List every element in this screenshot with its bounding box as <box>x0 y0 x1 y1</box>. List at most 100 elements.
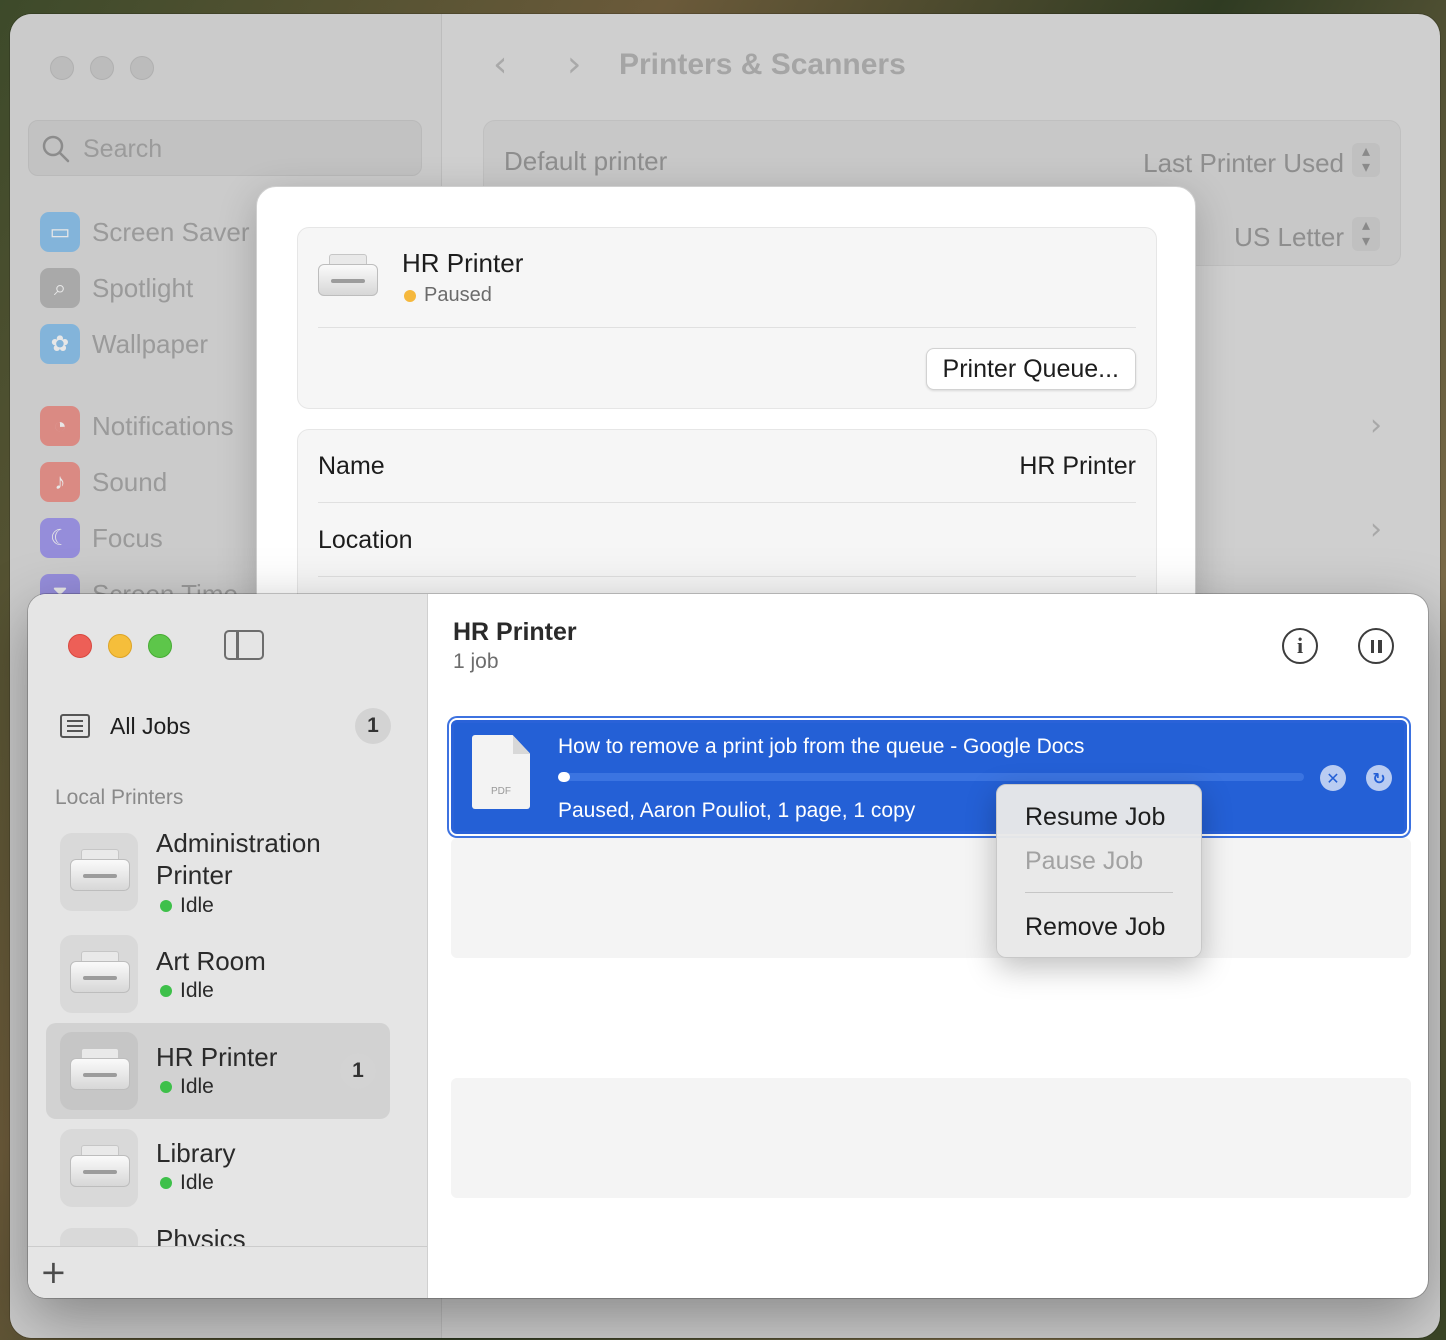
job-details: Paused, Aaron Pouliot, 1 page, 1 copy <box>558 799 916 822</box>
zoom-button-inactive[interactable] <box>130 56 154 80</box>
status-dot-icon <box>404 289 416 302</box>
name-value[interactable]: HR Printer <box>1019 452 1136 481</box>
name-label: Name <box>318 451 385 480</box>
close-icon: ✕ <box>1326 768 1340 788</box>
info-icon: i <box>1296 633 1304 658</box>
forward-chevron-icon[interactable]: › <box>567 44 581 85</box>
search-icon <box>42 135 70 163</box>
section-label: Local Printers <box>55 786 184 809</box>
minimize-button[interactable] <box>108 634 132 658</box>
printer-icon-container <box>60 833 138 911</box>
sidebar-item-label: Screen Saver <box>92 216 250 247</box>
menu-item-pause-job: Pause Job <box>1025 847 1144 875</box>
search-placeholder: Search <box>83 135 163 163</box>
cancel-job-button[interactable]: ✕ <box>1320 765 1346 791</box>
printer-icon-container <box>60 1032 138 1110</box>
sidebar-item-sound[interactable]: ♪ Sound <box>40 460 167 504</box>
settings-search-field[interactable]: Search <box>28 120 422 176</box>
sidebar-toggle-icon[interactable] <box>224 630 264 660</box>
menu-item-remove-job[interactable]: Remove Job <box>1025 913 1165 942</box>
printer-list-item[interactable]: Physics <box>46 1221 390 1247</box>
info-button[interactable]: i <box>1282 628 1318 664</box>
file-type-label: PDF <box>491 786 511 797</box>
printer-list-item[interactable]: Library Idle <box>46 1123 390 1213</box>
location-label: Location <box>318 525 413 554</box>
resume-job-button[interactable]: ↻ <box>1366 765 1392 791</box>
minimize-button-inactive[interactable] <box>90 56 114 80</box>
back-chevron-icon[interactable]: ‹ <box>493 44 507 85</box>
zoom-button[interactable] <box>148 634 172 658</box>
printer-icon-container <box>60 1228 138 1247</box>
chevron-right-icon[interactable]: › <box>1370 512 1382 547</box>
queue-subtitle: 1 job <box>453 650 499 673</box>
printer-name: Administration Printer <box>156 828 321 890</box>
pause-printer-button[interactable] <box>1358 628 1394 664</box>
menu-separator <box>1025 892 1173 893</box>
sidebar-item-screen-saver[interactable]: ▭ Screen Saver <box>40 210 250 254</box>
paper-size-select[interactable]: US Letter ▴ ▾ <box>1234 217 1380 253</box>
sidebar-item-notifications[interactable]: ◔ Notifications <box>40 404 234 448</box>
printer-status-text: Paused <box>424 284 492 306</box>
pause-icon <box>1378 639 1382 653</box>
paper-size-value: US Letter <box>1234 222 1344 252</box>
chevron-right-icon[interactable]: › <box>1370 408 1382 443</box>
printer-list-item[interactable]: Administration Printer Idle <box>46 824 390 920</box>
default-printer-label: Default printer <box>504 145 668 176</box>
empty-queue-row <box>451 1078 1411 1198</box>
printer-name: Physics <box>156 1224 246 1247</box>
divider <box>318 502 1136 503</box>
printer-icon-container <box>60 935 138 1013</box>
printer-icon-container <box>60 1129 138 1207</box>
printer-list-item-selected[interactable]: HR Printer Idle 1 <box>46 1023 390 1119</box>
focus-icon: ☾ <box>40 518 80 558</box>
page-title: Printers & Scanners <box>619 48 906 81</box>
printer-status-text: Idle <box>180 1075 214 1098</box>
printer-status: Idle <box>160 1075 214 1099</box>
printer-status-text: Idle <box>180 894 214 917</box>
sidebar-item-label: Notifications <box>92 410 234 441</box>
pause-icon <box>1370 639 1374 653</box>
sidebar-item-focus[interactable]: ☾ Focus <box>40 516 163 560</box>
name-row: Name HR Printer <box>318 430 1136 502</box>
menu-item-resume-job[interactable]: Resume Job <box>1025 803 1165 832</box>
default-printer-select[interactable]: Last Printer Used ▴ ▾ <box>1143 143 1380 179</box>
printer-status: Idle <box>160 894 214 918</box>
stepper-icon: ▴ ▾ <box>1352 143 1380 177</box>
all-jobs-item[interactable]: All Jobs 1 <box>60 702 391 750</box>
close-button-inactive[interactable] <box>50 56 74 80</box>
printer-icon <box>318 254 378 300</box>
printer-status-text: Idle <box>180 1171 214 1194</box>
printer-icon <box>70 1048 130 1094</box>
printer-name: HR Printer <box>402 248 524 278</box>
sidebar-item-wallpaper[interactable]: ✿ Wallpaper <box>40 322 208 366</box>
close-button[interactable] <box>68 634 92 658</box>
print-job-row[interactable]: PDF How to remove a print job from the q… <box>451 720 1407 834</box>
printer-icon <box>70 1145 130 1191</box>
resume-icon: ↻ <box>1372 768 1386 788</box>
queue-sidebar: All Jobs 1 Local Printers Administration… <box>28 594 428 1298</box>
notifications-icon: ◔ <box>40 406 80 446</box>
printer-list-item[interactable]: Art Room Idle <box>46 927 390 1017</box>
printer-name: HR Printer <box>156 1042 278 1072</box>
list-icon <box>60 714 90 738</box>
printer-queue-button[interactable]: Printer Queue... <box>925 348 1136 390</box>
sidebar-item-label: Wallpaper <box>92 328 209 359</box>
printer-summary-card: HR Printer Paused Printer Queue... <box>297 227 1157 409</box>
printer-name: Art Room <box>156 946 266 976</box>
wallpaper-icon: ✿ <box>40 324 80 364</box>
printer-status: Paused <box>404 284 492 307</box>
divider <box>318 327 1136 328</box>
pdf-document-icon: PDF <box>472 735 530 809</box>
queue-main-pane: HR Printer 1 job i PDF How to remove a p… <box>429 594 1428 1298</box>
sidebar-item-spotlight[interactable]: ⌕ Spotlight <box>40 266 193 310</box>
screen-saver-icon: ▭ <box>40 212 80 252</box>
job-context-menu: Resume Job Pause Job Remove Job <box>996 784 1202 958</box>
job-count-badge: 1 <box>340 1053 376 1089</box>
add-printer-button[interactable]: + <box>40 1253 67 1291</box>
sidebar-item-label: Sound <box>92 466 168 497</box>
job-progress-fill <box>558 772 570 782</box>
job-count-badge: 1 <box>355 708 391 744</box>
spotlight-icon: ⌕ <box>40 268 80 308</box>
printer-status: Idle <box>160 1171 214 1195</box>
status-dot-icon <box>160 1081 172 1093</box>
